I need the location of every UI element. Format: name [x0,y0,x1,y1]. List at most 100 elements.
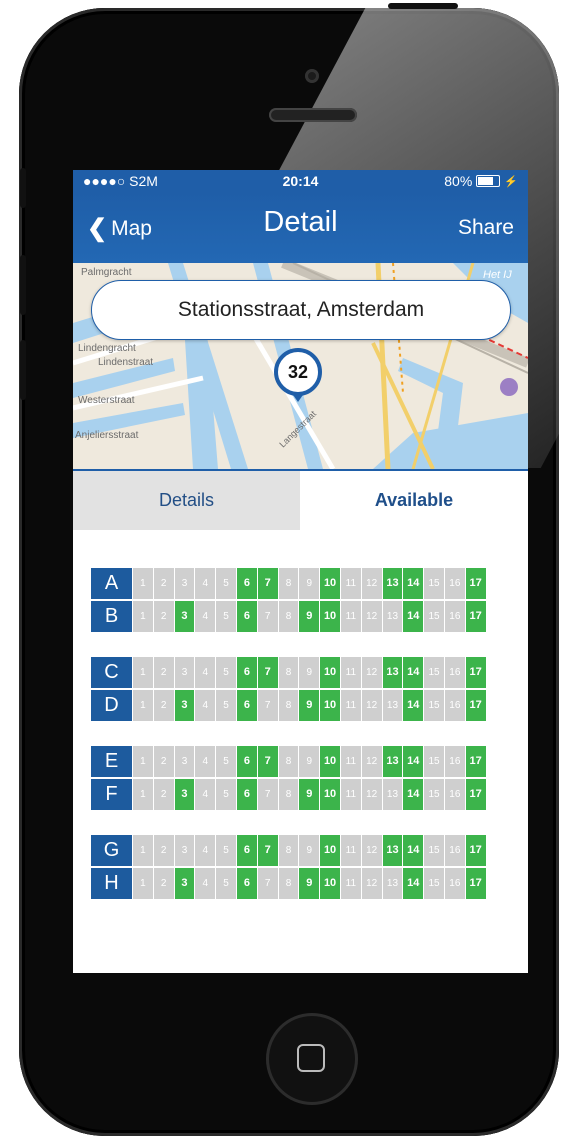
slot-unavailable[interactable]: 8 [278,746,299,777]
slot-unavailable[interactable]: 2 [153,868,174,899]
slot-available[interactable]: 3 [174,690,195,721]
slot-available[interactable]: 13 [382,835,403,866]
slot-unavailable[interactable]: 16 [444,746,465,777]
slot-unavailable[interactable]: 13 [382,601,403,632]
slot-unavailable[interactable]: 1 [133,601,153,632]
mute-switch[interactable] [20,168,26,208]
slot-available[interactable]: 17 [465,835,486,866]
slot-unavailable[interactable]: 15 [424,568,444,599]
slot-unavailable[interactable]: 5 [216,568,236,599]
slot-available[interactable]: 6 [236,601,257,632]
slot-available[interactable]: 10 [320,779,340,810]
slot-unavailable[interactable]: 4 [195,868,216,899]
slot-unavailable[interactable]: 1 [133,835,153,866]
slot-available[interactable]: 6 [236,568,257,599]
slot-available[interactable]: 17 [465,657,486,688]
slot-unavailable[interactable]: 2 [153,657,174,688]
slot-available[interactable]: 10 [320,568,340,599]
slot-unavailable[interactable]: 9 [299,835,320,866]
slot-unavailable[interactable]: 12 [361,657,382,688]
slot-unavailable[interactable]: 16 [444,868,465,899]
slot-unavailable[interactable]: 16 [444,568,465,599]
slot-available[interactable]: 3 [174,868,195,899]
slot-available[interactable]: 14 [403,835,424,866]
slot-unavailable[interactable]: 2 [153,746,174,777]
slot-unavailable[interactable]: 7 [257,779,278,810]
slot-unavailable[interactable]: 13 [382,868,403,899]
slot-unavailable[interactable]: 1 [133,746,153,777]
slot-available[interactable]: 3 [174,601,195,632]
slot-unavailable[interactable]: 11 [340,568,361,599]
slot-available[interactable]: 7 [257,657,278,688]
slot-available[interactable]: 14 [403,657,424,688]
slot-available[interactable]: 6 [236,835,257,866]
slot-unavailable[interactable]: 7 [257,690,278,721]
slot-available[interactable]: 13 [382,657,403,688]
slot-available[interactable]: 10 [320,868,340,899]
slot-unavailable[interactable]: 1 [133,868,153,899]
slot-available[interactable]: 10 [320,690,340,721]
slot-unavailable[interactable]: 12 [361,746,382,777]
slot-unavailable[interactable]: 1 [133,779,153,810]
slot-unavailable[interactable]: 8 [278,690,299,721]
address-field[interactable]: Stationsstraat, Amsterdam [91,280,511,340]
slot-available[interactable]: 14 [403,868,424,899]
home-button[interactable] [266,1013,358,1105]
slot-available[interactable]: 10 [320,746,340,777]
slot-unavailable[interactable]: 11 [340,868,361,899]
slot-unavailable[interactable]: 5 [216,746,236,777]
slot-unavailable[interactable]: 7 [257,601,278,632]
slot-unavailable[interactable]: 16 [444,657,465,688]
slot-unavailable[interactable]: 12 [361,690,382,721]
slot-available[interactable]: 7 [257,835,278,866]
slot-available[interactable]: 6 [236,657,257,688]
slot-unavailable[interactable]: 15 [424,835,444,866]
slot-unavailable[interactable]: 13 [382,779,403,810]
slot-unavailable[interactable]: 1 [133,690,153,721]
share-button[interactable]: Share [458,216,514,240]
slot-unavailable[interactable]: 2 [153,835,174,866]
slot-unavailable[interactable]: 8 [278,568,299,599]
slot-unavailable[interactable]: 15 [424,779,444,810]
slot-unavailable[interactable]: 15 [424,746,444,777]
slot-available[interactable]: 13 [382,746,403,777]
slot-unavailable[interactable]: 5 [216,690,236,721]
slot-available[interactable]: 9 [299,779,320,810]
volume-up-button[interactable] [20,255,26,315]
slot-available[interactable]: 9 [299,868,320,899]
slot-unavailable[interactable]: 11 [340,601,361,632]
slot-available[interactable]: 17 [465,746,486,777]
slot-unavailable[interactable]: 12 [361,835,382,866]
tab-available[interactable]: Available [300,471,528,530]
slot-unavailable[interactable]: 15 [424,657,444,688]
slot-unavailable[interactable]: 16 [444,601,465,632]
slot-available[interactable]: 14 [403,690,424,721]
slot-unavailable[interactable]: 2 [153,690,174,721]
slot-unavailable[interactable]: 16 [444,690,465,721]
slot-unavailable[interactable]: 4 [195,779,216,810]
slot-unavailable[interactable]: 11 [340,835,361,866]
slot-unavailable[interactable]: 5 [216,835,236,866]
volume-down-button[interactable] [20,340,26,400]
slot-available[interactable]: 10 [320,835,340,866]
slot-unavailable[interactable]: 11 [340,657,361,688]
slot-available[interactable]: 14 [403,568,424,599]
slot-unavailable[interactable]: 12 [361,568,382,599]
slot-available[interactable]: 7 [257,746,278,777]
slot-available[interactable]: 14 [403,601,424,632]
slot-available[interactable]: 6 [236,746,257,777]
slot-available[interactable]: 9 [299,601,320,632]
slot-unavailable[interactable]: 12 [361,601,382,632]
slot-unavailable[interactable]: 5 [216,868,236,899]
slot-unavailable[interactable]: 3 [174,568,195,599]
slot-unavailable[interactable]: 5 [216,601,236,632]
slot-unavailable[interactable]: 4 [195,690,216,721]
slot-unavailable[interactable]: 13 [382,690,403,721]
slot-unavailable[interactable]: 9 [299,568,320,599]
slot-available[interactable]: 9 [299,690,320,721]
slot-available[interactable]: 10 [320,601,340,632]
slot-available[interactable]: 17 [465,601,486,632]
slot-unavailable[interactable]: 8 [278,868,299,899]
slot-available[interactable]: 14 [403,746,424,777]
map-view[interactable]: Palmgracht Lindengracht Lindenstraat Wes… [73,263,528,471]
